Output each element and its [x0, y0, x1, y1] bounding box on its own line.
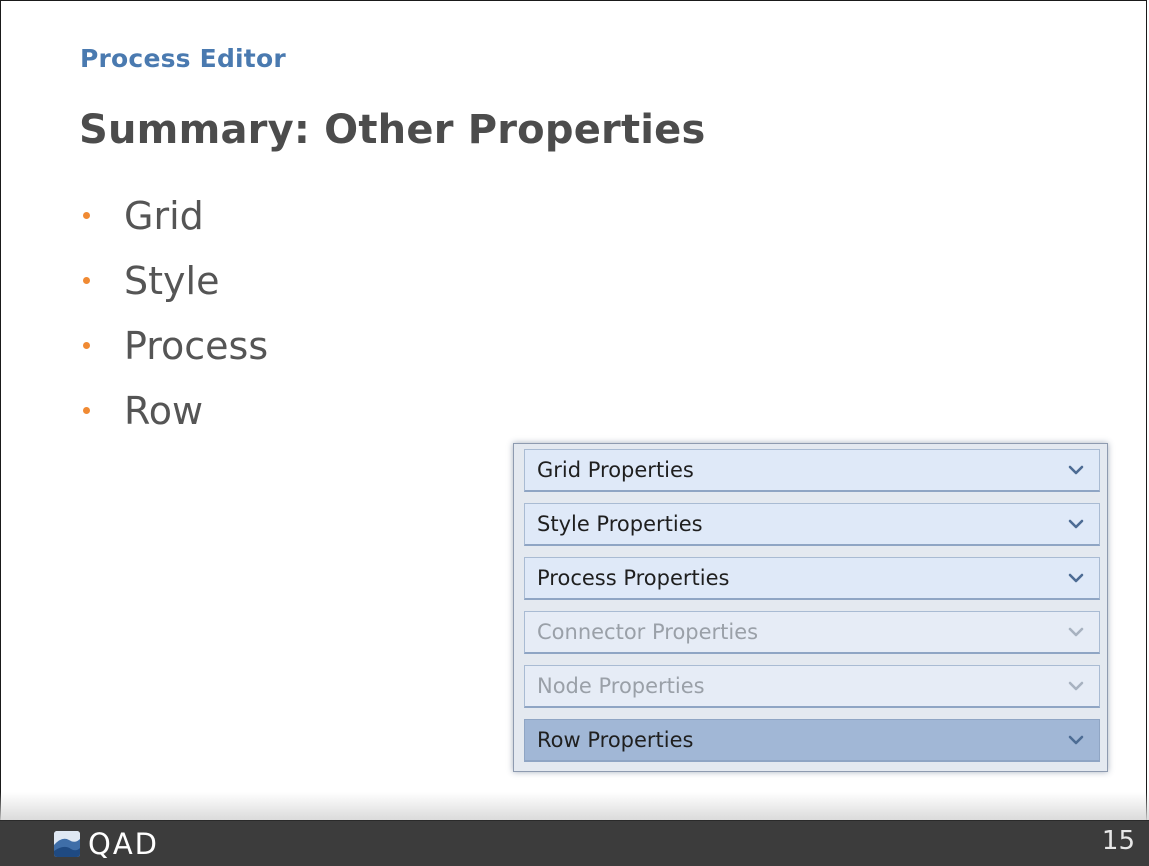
- grid-properties-header[interactable]: Grid Properties: [524, 449, 1100, 492]
- bullet-dot-icon: [83, 407, 90, 414]
- chevron-down-icon[interactable]: [1067, 625, 1085, 639]
- bullet-text: Grid: [124, 193, 204, 238]
- process-properties-label: Process Properties: [537, 566, 730, 590]
- qad-logo-icon: [54, 831, 80, 857]
- slide-title: Summary: Other Properties: [79, 107, 706, 153]
- page-number: 15: [1101, 826, 1135, 856]
- bullet-text: Style: [124, 258, 220, 303]
- chevron-down-icon[interactable]: [1067, 679, 1085, 693]
- chevron-down-icon[interactable]: [1067, 733, 1085, 747]
- style-properties-label: Style Properties: [537, 512, 703, 536]
- connector-properties-header[interactable]: Connector Properties: [524, 611, 1100, 654]
- footer-shade: [0, 792, 1149, 820]
- properties-panel: Grid Properties Style Properties Process…: [513, 443, 1108, 772]
- node-properties-label: Node Properties: [537, 674, 705, 698]
- bullet-item: Style: [80, 248, 268, 313]
- qad-logo-text: QAD: [88, 827, 159, 861]
- bullet-text: Row: [124, 388, 204, 433]
- qad-logo: QAD: [54, 827, 159, 861]
- bullet-item: Row: [80, 378, 268, 443]
- bullet-list: Grid Style Process Row: [80, 183, 268, 443]
- bullet-dot-icon: [83, 277, 90, 284]
- connector-properties-label: Connector Properties: [537, 620, 759, 644]
- chevron-down-icon[interactable]: [1067, 463, 1085, 477]
- chevron-down-icon[interactable]: [1067, 571, 1085, 585]
- grid-properties-label: Grid Properties: [537, 458, 694, 482]
- style-properties-header[interactable]: Style Properties: [524, 503, 1100, 546]
- row-properties-header[interactable]: Row Properties: [524, 719, 1100, 762]
- footer-bar: [0, 820, 1149, 866]
- chevron-down-icon[interactable]: [1067, 517, 1085, 531]
- bullet-dot-icon: [83, 342, 90, 349]
- process-properties-header[interactable]: Process Properties: [524, 557, 1100, 600]
- bullet-item: Grid: [80, 183, 268, 248]
- bullet-text: Process: [124, 323, 269, 368]
- node-properties-header[interactable]: Node Properties: [524, 665, 1100, 708]
- bullet-dot-icon: [83, 212, 90, 219]
- row-properties-label: Row Properties: [537, 728, 694, 752]
- bullet-item: Process: [80, 313, 268, 378]
- section-label: Process Editor: [80, 44, 286, 73]
